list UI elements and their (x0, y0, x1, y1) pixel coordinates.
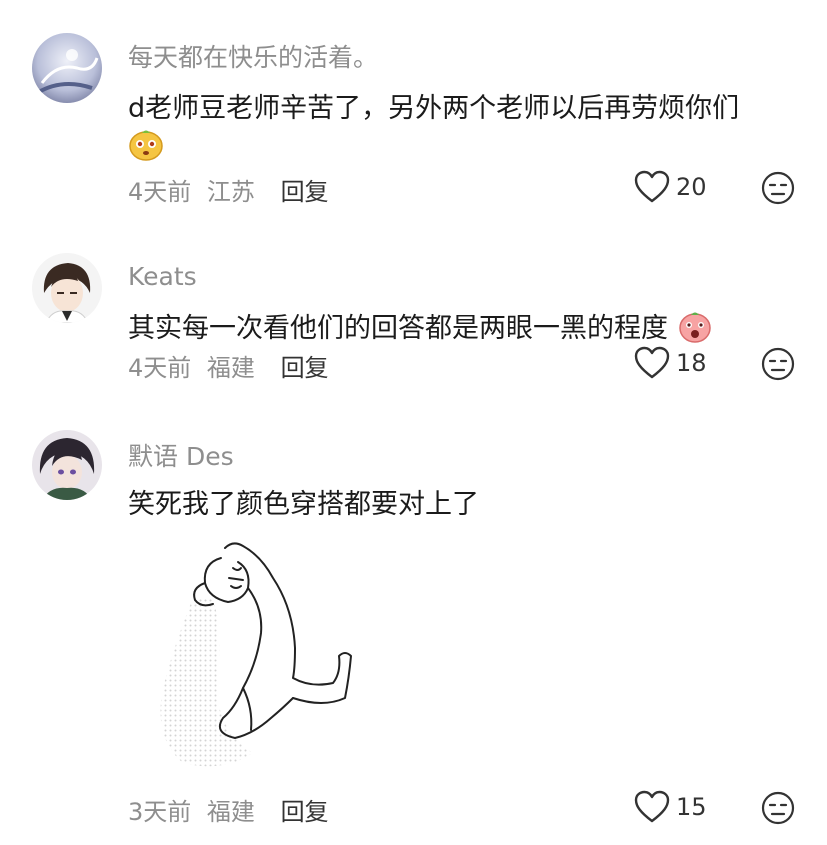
reply-button[interactable]: 回复 (281, 798, 329, 826)
comment-meta: 4天前 福建 回复 (128, 348, 329, 383)
heart-icon (634, 170, 670, 203)
comment-location: 江苏 (206, 178, 255, 206)
comment-text: 笑死我了颜色穿搭都要对上了 (128, 489, 479, 520)
face-emoji-pink (677, 308, 713, 351)
comment-time: 4天前 (128, 354, 192, 382)
like-count: 18 (676, 349, 707, 377)
comment-location: 福建 (206, 798, 255, 826)
like-count: 15 (676, 793, 707, 821)
dislike-button[interactable] (760, 790, 796, 830)
comment-location: 福建 (206, 354, 255, 382)
comment-meta: 3天前 福建 回复 (128, 792, 329, 827)
heart-icon (634, 790, 670, 823)
like-button[interactable]: 18 (634, 346, 707, 380)
comment-meta: 4天前 江苏 回复 (128, 172, 329, 207)
like-count: 20 (676, 173, 707, 201)
avatar[interactable] (32, 430, 102, 500)
unamused-face-icon (761, 347, 795, 381)
username[interactable]: 默语 Des (128, 437, 234, 473)
comment-text-content: d老师豆老师辛苦了，另外两个老师以后再劳烦你们 (128, 93, 740, 124)
reply-button[interactable]: 回复 (281, 354, 329, 382)
like-button[interactable]: 15 (634, 790, 707, 824)
comment-text: d老师豆老师辛苦了，另外两个老师以后再劳烦你们 (128, 86, 739, 125)
avatar[interactable] (32, 253, 102, 323)
dislike-button[interactable] (760, 170, 796, 210)
unamused-face-icon (761, 791, 795, 825)
heart-icon (634, 346, 670, 379)
reply-button[interactable]: 回复 (281, 178, 329, 206)
username[interactable]: Keats (128, 262, 197, 291)
face-emoji-yellow (128, 126, 164, 166)
comment-time: 3天前 (128, 798, 192, 826)
unamused-face-icon (761, 171, 795, 205)
username[interactable]: 每天都在快乐的活着。 (128, 38, 378, 74)
like-button[interactable]: 20 (634, 170, 707, 204)
comment-text-content: 其实每一次看他们的回答都是两眼一黑的程度 (128, 313, 668, 344)
comment-time: 4天前 (128, 178, 192, 206)
dislike-button[interactable] (760, 346, 796, 386)
dancing-figure-sticker[interactable] (143, 538, 373, 778)
comment-text: 其实每一次看他们的回答都是两眼一黑的程度 (128, 306, 713, 351)
avatar[interactable] (32, 33, 102, 103)
